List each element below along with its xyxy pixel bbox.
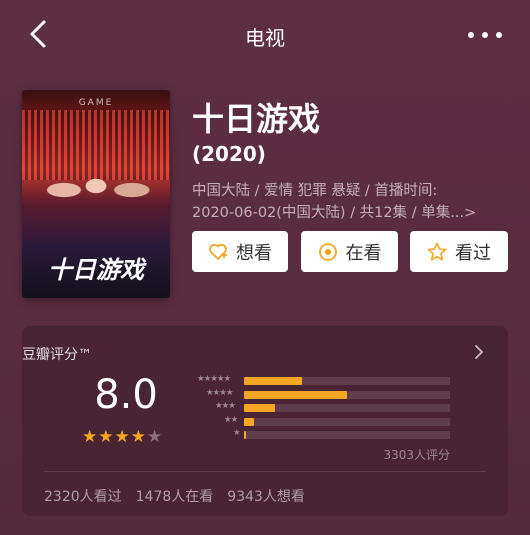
rating-bar-label: ★★ [224, 414, 238, 425]
meta-line-1: 中国大陆 / 爱情 犯罪 悬疑 / 首播时间: [192, 183, 438, 199]
star-filled-icon: ★ [98, 427, 114, 447]
movie-title: 十日游戏 [192, 100, 321, 138]
star-filled-icon: ★ [130, 427, 146, 447]
rating-stars: ★ ★ ★ ★ ★ [82, 428, 162, 446]
want-label: 想看 [236, 242, 272, 264]
rating-title: 豆瓣评分™ [22, 347, 92, 363]
rating-bar-label: ★★★ [215, 401, 236, 411]
chevron-right-icon[interactable] [472, 343, 486, 361]
rating-bar-track [244, 417, 450, 426]
rating-bar-track [244, 377, 450, 385]
poster-image[interactable]: GAME 十日游戏 [22, 90, 170, 298]
page-title: 电视 [245, 26, 285, 50]
star-filled-icon: ★ [82, 427, 98, 447]
meta-line-2: 2020-06-02(中国大陆) / 共12集 / 单集...> [192, 205, 477, 221]
rating-bar-track [244, 404, 450, 412]
watching-button[interactable]: 在看 [301, 231, 398, 272]
watching-label: 在看 [345, 242, 382, 264]
target-circle-icon [318, 242, 337, 261]
rating-bar-label: ★★★★★ [197, 374, 231, 384]
rating-bar-row: ★★★★ [186, 387, 450, 400]
rating-bar-row: ★ [186, 428, 450, 440]
star-empty-icon: ★ [147, 427, 163, 447]
more-dots-icon [468, 32, 474, 38]
stat-watched[interactable]: 2320人看过 [44, 486, 122, 506]
poster-logo: 十日游戏 [48, 256, 144, 284]
divider [44, 471, 486, 472]
rating-bar-fill [244, 431, 246, 439]
poster-caption: GAME [78, 98, 114, 108]
stats-row: 2320人看过 1478人在看 9343人想看 [44, 486, 305, 506]
rating-bar-row: ★★★ [186, 401, 450, 413]
nav-bar: 电视 [0, 0, 530, 70]
more-button[interactable] [468, 30, 502, 40]
want-button[interactable]: 想看 [192, 231, 288, 272]
rating-bar-track [244, 390, 450, 399]
rating-distribution: ★★★★★ ★★★★ ★★★ ★★ ★ [186, 374, 450, 444]
stat-watching[interactable]: 1478人在看 [136, 486, 214, 506]
rating-bar-label: ★★★★ [206, 387, 234, 398]
star-outline-icon [427, 242, 447, 261]
rating-bar-row: ★★ [186, 414, 450, 427]
star-filled-icon: ★ [114, 427, 130, 447]
rating-bar-row: ★★★★★ [186, 374, 450, 386]
watched-label: 看过 [455, 242, 491, 264]
rating-bar-fill [244, 417, 254, 426]
stat-want[interactable]: 9343人想看 [227, 486, 305, 506]
rating-bar-label: ★ [233, 428, 241, 438]
heart-plus-icon [209, 243, 227, 260]
movie-year: (2020) [192, 142, 266, 166]
watched-button[interactable]: 看过 [410, 231, 508, 272]
rating-score: 8.0 [94, 372, 158, 418]
rating-bar-fill [244, 390, 347, 399]
rating-bar-track [244, 431, 450, 439]
rating-count: 3303人评分 [383, 448, 450, 462]
rating-bar-fill [244, 404, 275, 412]
movie-meta[interactable]: 中国大陆 / 爱情 犯罪 悬疑 / 首播时间: 2020-06-02(中国大陆)… [192, 180, 512, 224]
rating-bar-fill [244, 377, 302, 385]
